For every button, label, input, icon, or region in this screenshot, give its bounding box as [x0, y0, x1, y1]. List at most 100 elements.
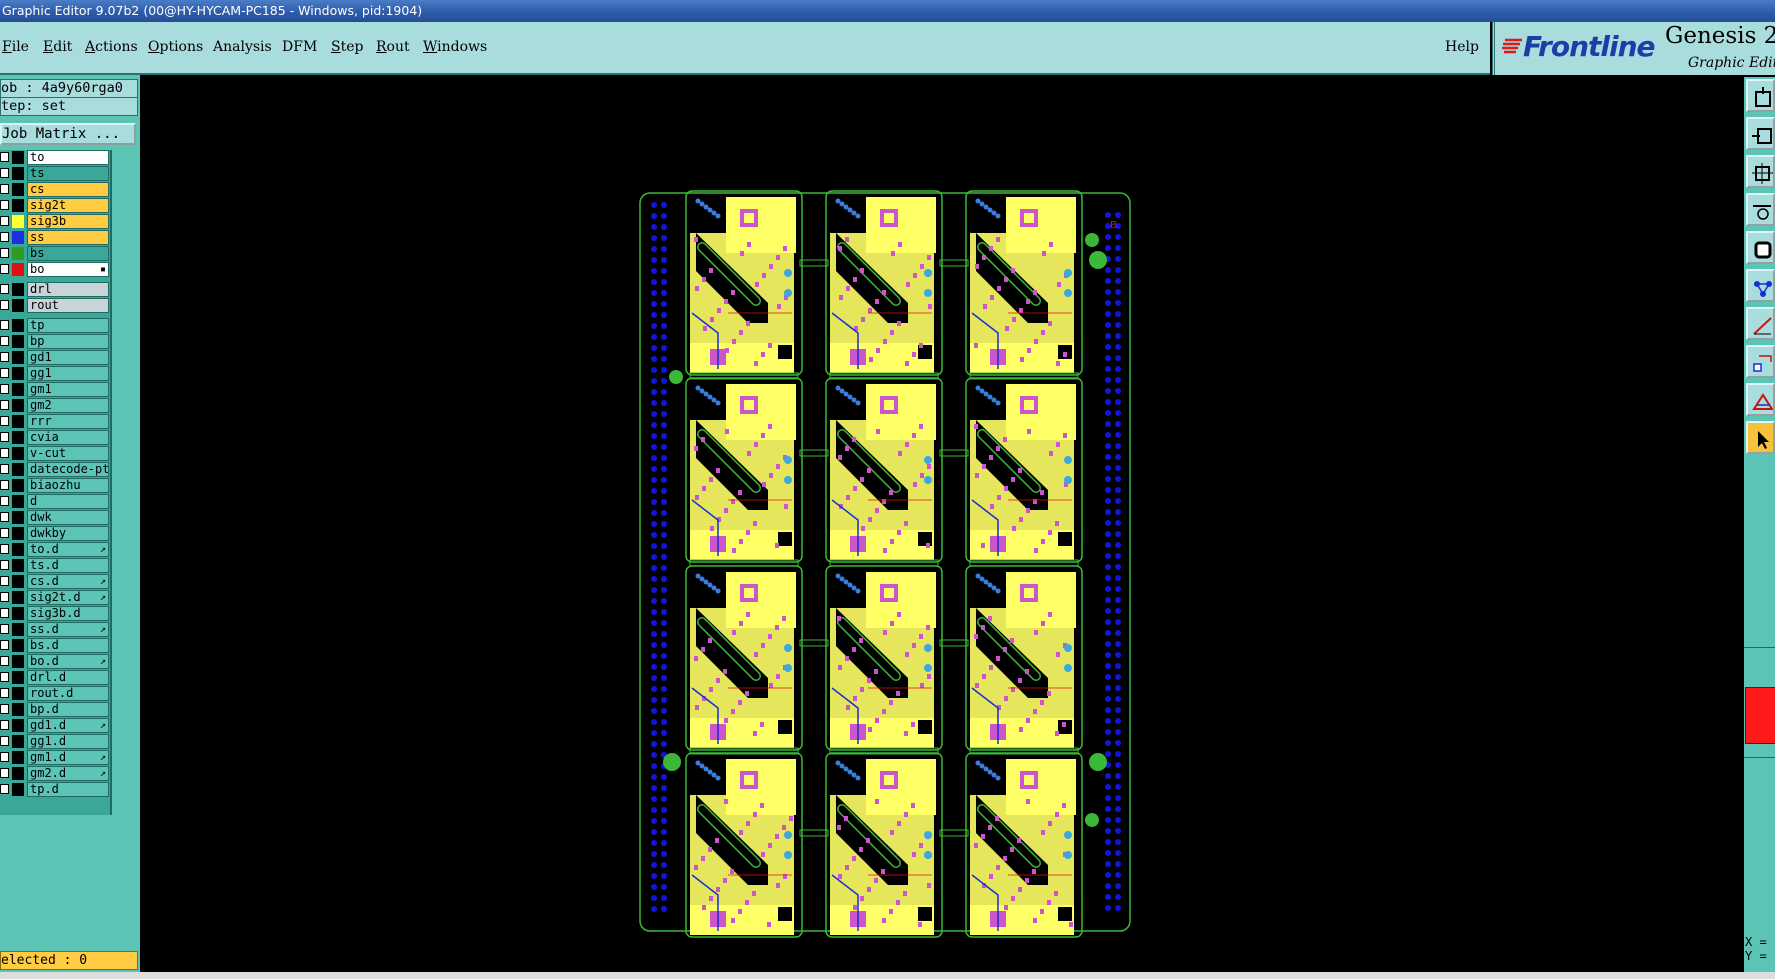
- layer-color-swatch[interactable]: [12, 639, 24, 652]
- menu-options[interactable]: Options: [148, 39, 203, 55]
- graphic-canvas[interactable]: B: [140, 77, 1744, 972]
- layer-checkbox[interactable]: [0, 512, 9, 522]
- layer-color-swatch[interactable]: [12, 479, 24, 492]
- layer-color-swatch[interactable]: [12, 183, 24, 196]
- layer-row-gm1.d[interactable]: gm1.d ↗: [0, 750, 112, 765]
- layer-row-cs.d[interactable]: cs.d ↗: [0, 574, 112, 589]
- layer-color-swatch[interactable]: [12, 623, 24, 636]
- layer-checkbox[interactable]: [0, 248, 9, 258]
- menu-edit[interactable]: Edit: [43, 39, 72, 55]
- layer-checkbox[interactable]: [0, 432, 9, 442]
- layer-checkbox[interactable]: [0, 216, 9, 226]
- netlist-button[interactable]: [1746, 269, 1775, 302]
- layer-color-swatch[interactable]: [12, 655, 24, 668]
- layer-color-swatch[interactable]: [12, 447, 24, 460]
- view-overview-marker[interactable]: [1745, 687, 1775, 744]
- layer-checkbox[interactable]: [0, 368, 9, 378]
- layer-color-swatch[interactable]: [12, 463, 24, 476]
- layer-row-gd1[interactable]: gd1: [0, 350, 112, 365]
- layer-row-cvia[interactable]: cvia: [0, 430, 112, 445]
- layer-row-rout[interactable]: rout: [0, 298, 112, 313]
- layer-checkbox[interactable]: [0, 592, 9, 602]
- menu-actions[interactable]: Actions: [85, 39, 138, 55]
- layer-color-swatch[interactable]: [12, 399, 24, 412]
- layer-row-tp.d[interactable]: tp.d: [0, 782, 112, 797]
- layer-color-swatch[interactable]: [12, 367, 24, 380]
- layer-checkbox[interactable]: [0, 336, 9, 346]
- layer-row-rrr[interactable]: rrr: [0, 414, 112, 429]
- layer-checkbox[interactable]: [0, 400, 9, 410]
- layer-row-v-cut[interactable]: v-cut: [0, 446, 112, 461]
- layer-color-swatch[interactable]: [12, 215, 24, 228]
- layer-checkbox[interactable]: [0, 528, 9, 538]
- layer-color-swatch[interactable]: [12, 671, 24, 684]
- layer-color-swatch[interactable]: [12, 703, 24, 716]
- layer-color-swatch[interactable]: [12, 247, 24, 260]
- layer-checkbox[interactable]: [0, 480, 9, 490]
- pan-tool-button[interactable]: [1746, 193, 1775, 226]
- layer-color-swatch[interactable]: [12, 607, 24, 620]
- layer-color-swatch[interactable]: [12, 767, 24, 780]
- layer-row-ts.d[interactable]: ts.d: [0, 558, 112, 573]
- layer-row-dwkby[interactable]: dwkby: [0, 526, 112, 541]
- layer-checkbox[interactable]: [0, 672, 9, 682]
- layer-checkbox[interactable]: [0, 720, 9, 730]
- select-arrow-button[interactable]: [1746, 421, 1775, 454]
- angle-button[interactable]: [1746, 383, 1775, 416]
- layer-row-to.d[interactable]: to.d ↗: [0, 542, 112, 557]
- layer-row-gm2.d[interactable]: gm2.d ↗: [0, 766, 112, 781]
- layer-row-datecode-pte[interactable]: datecode-pte: [0, 462, 112, 477]
- layer-row-bo.d[interactable]: bo.d ↗: [0, 654, 112, 669]
- layer-checkbox[interactable]: [0, 544, 9, 554]
- layer-color-swatch[interactable]: [12, 383, 24, 396]
- layer-row-ts[interactable]: ts: [0, 166, 112, 181]
- layer-row-bp.d[interactable]: bp.d: [0, 702, 112, 717]
- layer-row-d[interactable]: d: [0, 494, 112, 509]
- layer-row-cs[interactable]: cs: [0, 182, 112, 197]
- layer-checkbox[interactable]: [0, 784, 9, 794]
- layer-color-swatch[interactable]: [12, 299, 24, 312]
- layer-color-swatch[interactable]: [12, 199, 24, 212]
- layer-checkbox[interactable]: [0, 576, 9, 586]
- layer-checkbox[interactable]: [0, 704, 9, 714]
- job-matrix-button[interactable]: Job Matrix ...: [0, 123, 136, 145]
- layer-color-swatch[interactable]: [12, 151, 24, 164]
- layer-checkbox[interactable]: [0, 300, 9, 310]
- feature-info-button[interactable]: [1746, 345, 1775, 378]
- layer-checkbox[interactable]: [0, 464, 9, 474]
- menu-analysis[interactable]: Analysis: [213, 39, 272, 55]
- menu-rout[interactable]: Rout: [376, 39, 410, 55]
- layer-color-swatch[interactable]: [12, 735, 24, 748]
- layer-color-swatch[interactable]: [12, 719, 24, 732]
- layer-checkbox[interactable]: [0, 752, 9, 762]
- layer-checkbox[interactable]: [0, 184, 9, 194]
- layer-color-swatch[interactable]: [12, 511, 24, 524]
- layer-row-tp[interactable]: tp: [0, 318, 112, 333]
- layer-color-swatch[interactable]: [12, 263, 24, 276]
- layer-color-swatch[interactable]: [12, 283, 24, 296]
- layer-color-swatch[interactable]: [12, 431, 24, 444]
- layer-row-sig3b.d[interactable]: sig3b.d: [0, 606, 112, 621]
- layer-row-dwk[interactable]: dwk: [0, 510, 112, 525]
- layer-color-swatch[interactable]: [12, 543, 24, 556]
- layer-checkbox[interactable]: [0, 496, 9, 506]
- layer-row-bp[interactable]: bp: [0, 334, 112, 349]
- layer-color-swatch[interactable]: [12, 751, 24, 764]
- menu-dfm[interactable]: DFM: [282, 39, 317, 55]
- layer-checkbox[interactable]: [0, 560, 9, 570]
- layer-checkbox[interactable]: [0, 640, 9, 650]
- menu-help[interactable]: Help: [1445, 39, 1479, 55]
- layer-row-sig3b[interactable]: sig3b: [0, 214, 112, 229]
- layer-color-swatch[interactable]: [12, 351, 24, 364]
- layer-color-swatch[interactable]: [12, 319, 24, 332]
- layer-color-swatch[interactable]: [12, 231, 24, 244]
- layer-checkbox[interactable]: [0, 352, 9, 362]
- layer-checkbox[interactable]: [0, 416, 9, 426]
- layer-color-swatch[interactable]: [12, 527, 24, 540]
- layer-checkbox[interactable]: [0, 608, 9, 618]
- layer-checkbox[interactable]: [0, 264, 9, 274]
- layer-row-drl.d[interactable]: drl.d: [0, 670, 112, 685]
- layer-checkbox[interactable]: [0, 232, 9, 242]
- layer-color-swatch[interactable]: [12, 559, 24, 572]
- layer-row-gg1[interactable]: gg1: [0, 366, 112, 381]
